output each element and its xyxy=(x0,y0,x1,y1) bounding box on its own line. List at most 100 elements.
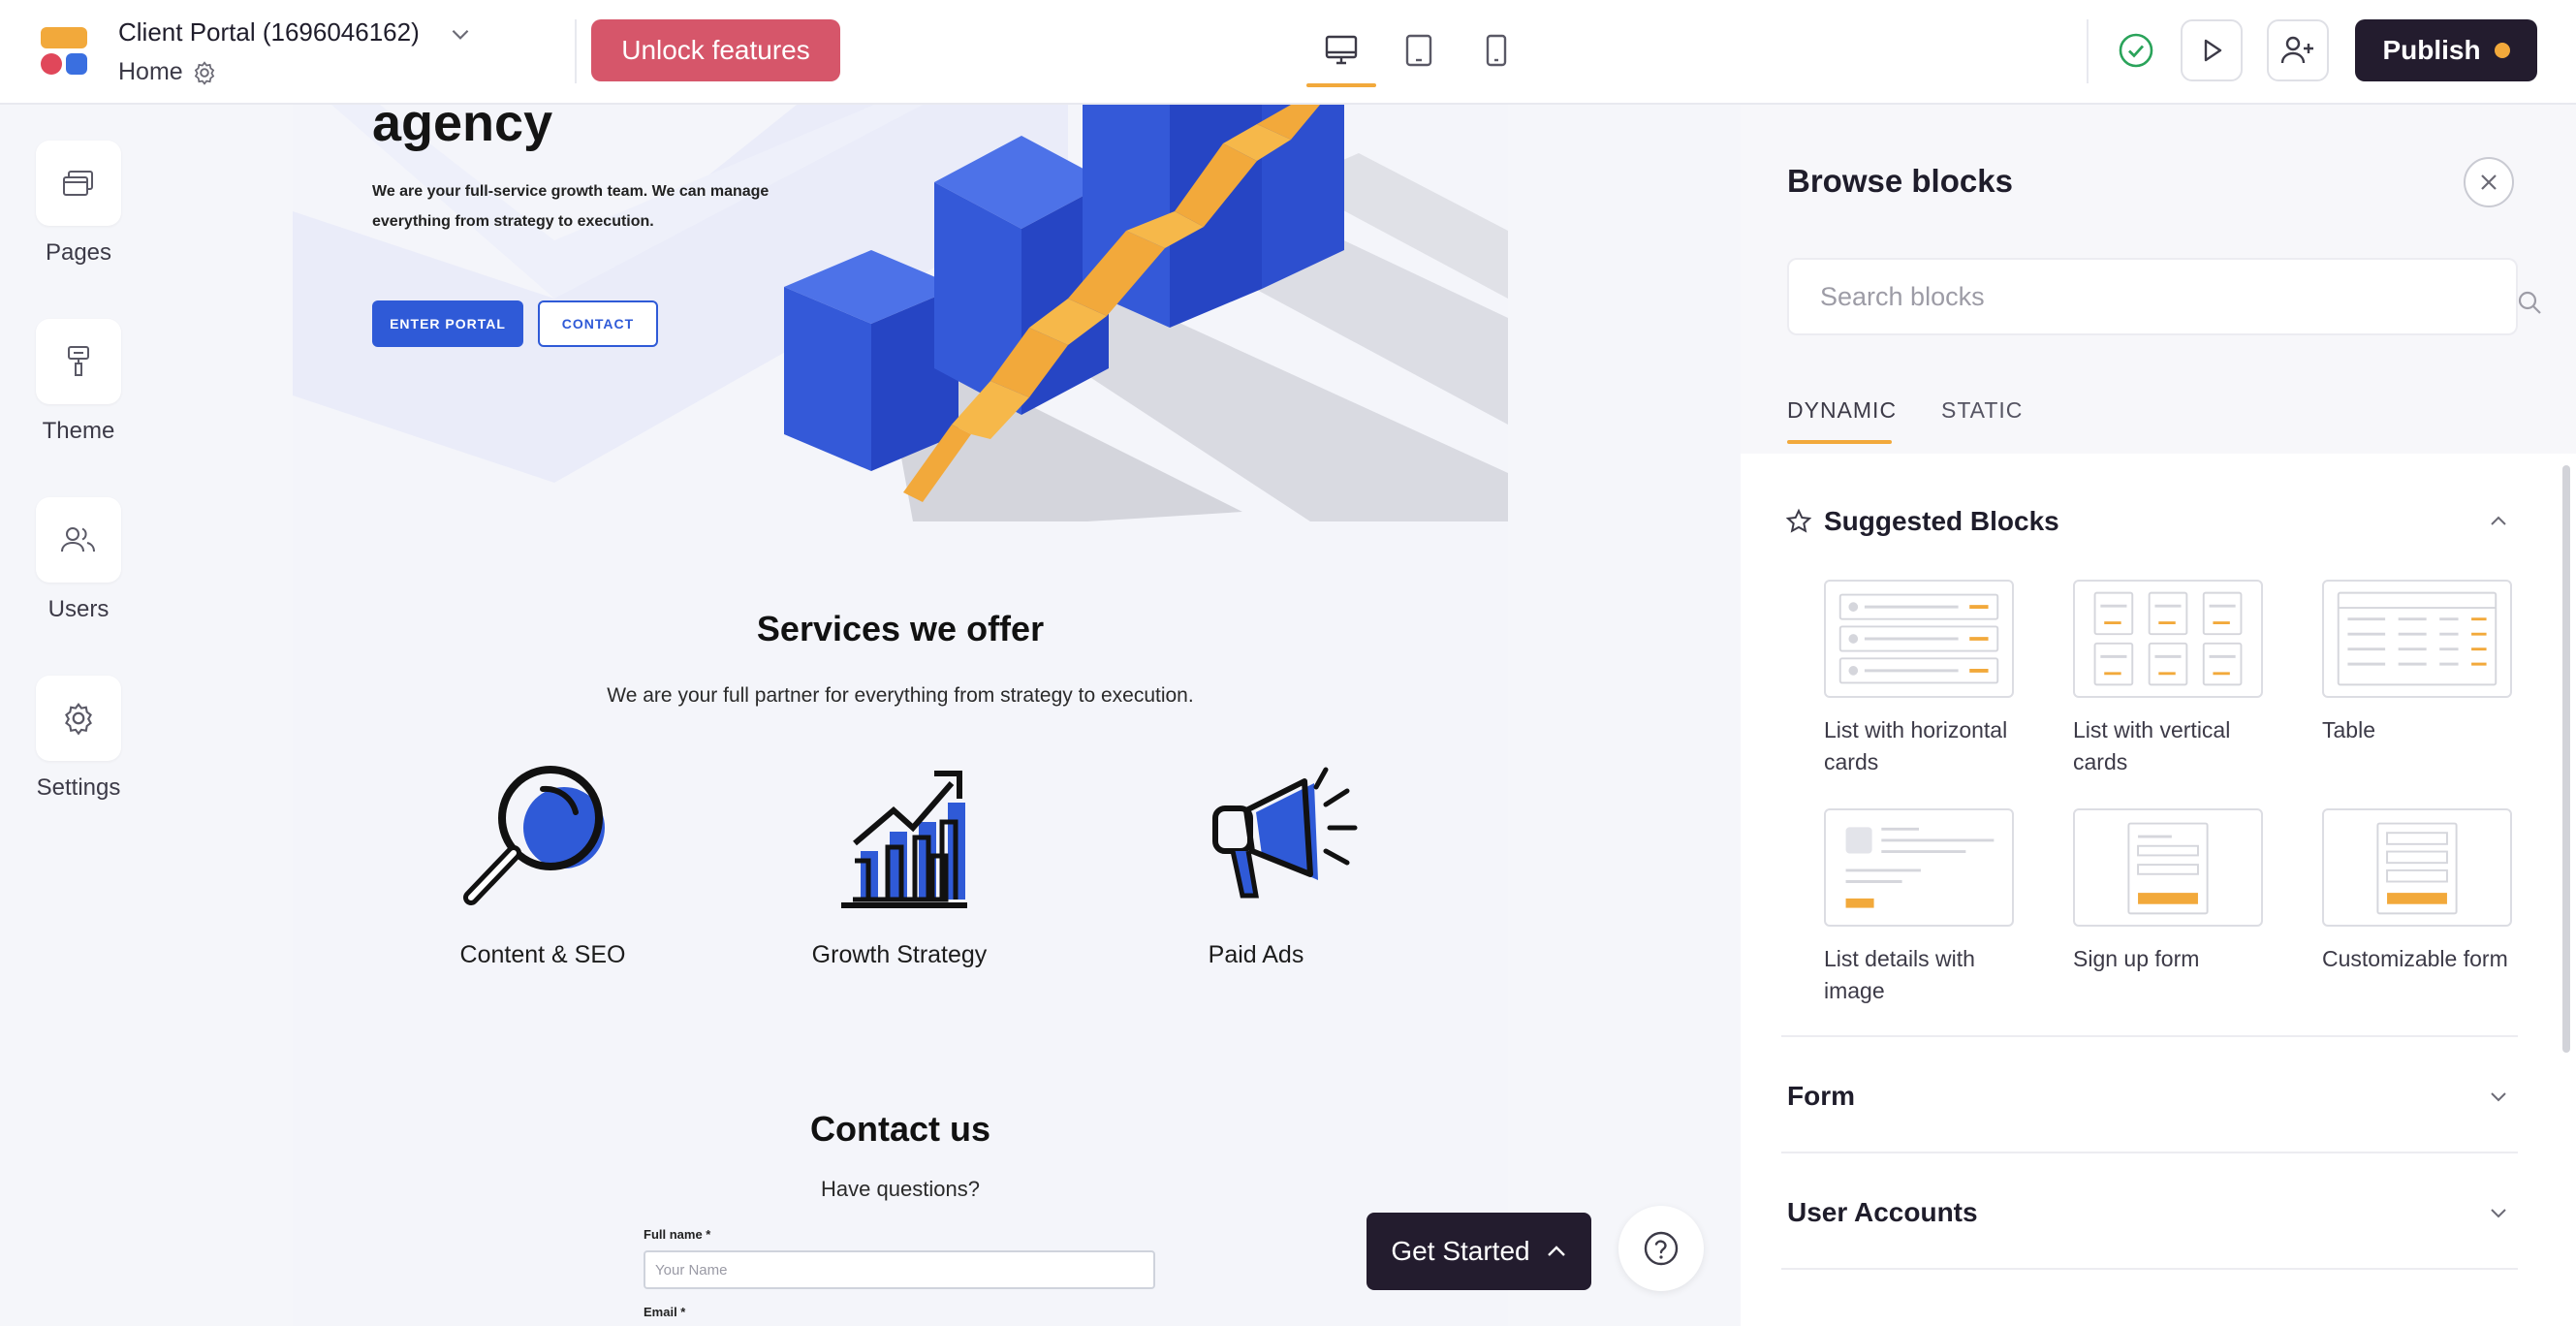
sidebar-item-users[interactable]: Users xyxy=(0,497,157,623)
hero-paragraph: We are your full-service growth team. We… xyxy=(372,183,770,230)
section-divider xyxy=(1781,1268,2518,1270)
settings-tile xyxy=(36,676,121,761)
paint-roller-icon xyxy=(68,346,89,376)
block-list-details-image[interactable]: List details with image xyxy=(1824,808,2018,1007)
browse-blocks-panel: Browse blocks DYNAMIC STATIC Suggested B… xyxy=(1741,105,2576,1326)
play-icon xyxy=(2204,39,2222,62)
toolbar-divider xyxy=(575,19,577,83)
block-label: Sign up form xyxy=(2073,946,2200,971)
top-bar: Client Portal (1696046162) Home Unlock f… xyxy=(0,0,2576,105)
block-label: Table xyxy=(2322,717,2375,742)
help-button[interactable] xyxy=(1618,1206,1704,1291)
sidebar-item-theme[interactable]: Theme xyxy=(0,319,157,445)
active-tab-indicator xyxy=(1787,440,1892,444)
block-sign-up-form[interactable]: Sign up form xyxy=(2073,808,2267,975)
desktop-icon xyxy=(1325,35,1358,65)
mobile-icon xyxy=(1486,34,1507,67)
contact-button[interactable]: CONTACT xyxy=(538,300,658,347)
services-subtitle: We are your full partner for everything … xyxy=(607,684,1194,707)
tablet-view-button[interactable] xyxy=(1392,25,1446,76)
user-accounts-section-header[interactable]: User Accounts xyxy=(1787,1197,1978,1228)
service-label: Content & SEO xyxy=(459,941,626,968)
page-settings-icon[interactable] xyxy=(192,60,217,85)
project-title[interactable]: Client Portal (1696046162) xyxy=(118,17,420,47)
logo-shape xyxy=(41,53,62,75)
block-list-horizontal-cards[interactable]: List with horizontal cards xyxy=(1824,580,2018,778)
help-icon xyxy=(1644,1231,1679,1266)
block-table[interactable]: Table xyxy=(2322,580,2516,746)
app-logo[interactable] xyxy=(39,27,89,76)
panel-title: Browse blocks xyxy=(1787,163,2013,199)
hero-heading: agency xyxy=(372,105,553,152)
contact-subtitle: Have questions? xyxy=(821,1177,980,1201)
get-started-button[interactable]: Get Started xyxy=(1367,1213,1591,1290)
get-started-label: Get Started xyxy=(1391,1236,1530,1266)
table-thumbnail xyxy=(2322,580,2512,698)
service-label: Paid Ads xyxy=(1208,941,1304,968)
horizontal-cards-thumbnail xyxy=(1824,580,2014,698)
block-label: List details with image xyxy=(1824,946,1975,1003)
tablet-icon xyxy=(1405,34,1432,67)
email-label: Email * xyxy=(644,1305,686,1319)
form-section-header[interactable]: Form xyxy=(1787,1081,1855,1112)
block-search-input[interactable] xyxy=(1820,277,2440,316)
close-panel-button[interactable] xyxy=(2464,157,2514,207)
sidebar-item-label: Settings xyxy=(36,774,121,801)
users-tile xyxy=(36,497,121,583)
full-name-input[interactable]: Your Name xyxy=(644,1250,1155,1289)
section-divider xyxy=(1781,1035,2518,1037)
unpublished-changes-dot xyxy=(2494,43,2510,58)
services-title: Services we offer xyxy=(756,609,1045,648)
theme-tile xyxy=(36,319,121,404)
sidebar-item-label: Pages xyxy=(45,239,112,266)
desktop-view-button[interactable] xyxy=(1314,25,1368,76)
star-icon xyxy=(1785,508,1812,533)
enter-portal-button[interactable]: ENTER PORTAL xyxy=(372,300,523,347)
pages-tile xyxy=(36,141,121,226)
service-item: Paid Ads xyxy=(1111,754,1401,969)
suggested-blocks-header[interactable]: Suggested Blocks xyxy=(1824,506,2059,537)
sidebar-item-label: Theme xyxy=(42,418,115,444)
toolbar-divider xyxy=(2087,19,2089,83)
service-item: Content & SEO xyxy=(397,754,688,969)
block-customizable-form[interactable]: Customizable form xyxy=(2322,808,2516,975)
sidebar-item-settings[interactable]: Settings xyxy=(0,676,157,802)
mobile-view-button[interactable] xyxy=(1469,25,1524,76)
publish-button[interactable]: Publish xyxy=(2355,19,2537,81)
page-canvas[interactable]: agency We are your full-service growth t… xyxy=(293,105,1508,1326)
logo-shape xyxy=(66,53,87,75)
chevron-down-icon[interactable] xyxy=(2487,1085,2510,1108)
custom-form-thumbnail xyxy=(2322,808,2512,927)
invite-user-button[interactable] xyxy=(2267,19,2329,81)
service-label: Growth Strategy xyxy=(811,941,988,968)
publish-label: Publish xyxy=(2382,35,2481,65)
sidebar-item-pages[interactable]: Pages xyxy=(0,141,157,267)
block-search xyxy=(1787,258,2541,335)
close-icon xyxy=(2481,174,2497,190)
panel-scrollbar[interactable] xyxy=(2562,465,2570,1053)
status-check-button[interactable] xyxy=(2112,26,2160,75)
current-page-name[interactable]: Home xyxy=(118,58,183,86)
unlock-features-button[interactable]: Unlock features xyxy=(591,19,840,81)
chevron-down-icon[interactable] xyxy=(448,21,473,47)
tab-static[interactable]: STATIC xyxy=(1941,397,2023,424)
block-label: List with vertical cards xyxy=(2073,717,2231,774)
logo-shape xyxy=(41,27,87,48)
chevron-up-icon xyxy=(1547,1246,1565,1256)
preview-button[interactable] xyxy=(2181,19,2243,81)
details-image-thumbnail xyxy=(1824,808,2014,927)
app-root: Client Portal (1696046162) Home Unlock f… xyxy=(0,0,2576,1326)
block-label: List with horizontal cards xyxy=(1824,717,2008,774)
gear-icon xyxy=(65,703,92,736)
megaphone-icon xyxy=(1212,767,1358,899)
tab-dynamic[interactable]: DYNAMIC xyxy=(1787,397,1897,424)
growth-chart-icon xyxy=(841,771,967,908)
chevron-up-icon[interactable] xyxy=(2487,510,2510,533)
vertical-cards-thumbnail xyxy=(2073,580,2263,698)
pages-icon xyxy=(63,171,93,196)
sidebar-item-label: Users xyxy=(47,596,110,622)
full-name-label: Full name * xyxy=(644,1227,711,1242)
block-list-vertical-cards[interactable]: List with vertical cards xyxy=(2073,580,2267,778)
chevron-down-icon[interactable] xyxy=(2487,1201,2510,1224)
search-icon xyxy=(2518,291,2541,314)
